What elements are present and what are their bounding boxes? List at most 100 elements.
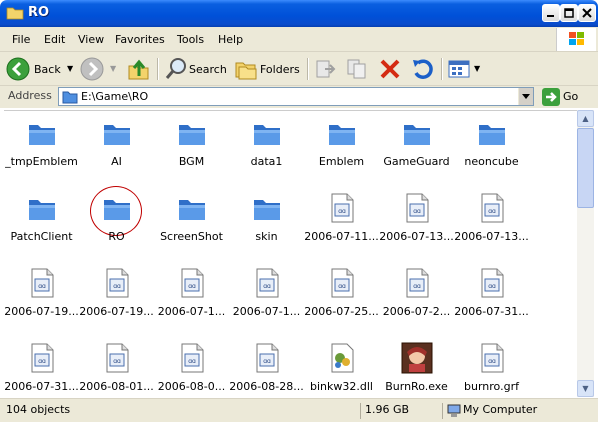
file-item[interactable]: ɑɑ 2006-07-19... — [4, 265, 79, 337]
file-item[interactable]: ɑɑ 2006-07-19... — [79, 265, 154, 337]
forward-button[interactable]: ▼ — [78, 54, 120, 84]
views-dropdown-icon[interactable]: ▼ — [474, 64, 480, 73]
delete-x-icon — [380, 59, 400, 79]
file-name: 2006-07-13... — [454, 230, 529, 243]
undo-icon — [413, 59, 433, 79]
status-location-label: My Computer — [463, 403, 538, 416]
file-item[interactable]: neoncube — [454, 115, 529, 187]
file-item[interactable]: RO — [79, 186, 154, 262]
back-dropdown-icon[interactable]: ▼ — [67, 64, 73, 73]
file-name: BurnRo.exe — [385, 380, 448, 393]
my-computer-icon — [447, 404, 461, 417]
folder-icon — [6, 7, 24, 20]
file-item[interactable]: ɑɑ 2006-08-0... — [154, 340, 229, 397]
file-name: 2006-08-28... — [229, 380, 304, 393]
forward-dropdown-icon[interactable]: ▼ — [110, 64, 116, 73]
file-list-view[interactable]: _tmpEmblem AI BGM data1 Emblem GameGuard neonc… — [4, 110, 577, 397]
toolbar: Back ▼ ▼ Search Folders ▼ — [0, 52, 598, 86]
file-item[interactable]: BurnRo.exe — [379, 340, 454, 397]
close-button[interactable] — [578, 4, 596, 22]
file-name: BGM — [178, 155, 205, 168]
menu-file[interactable]: File — [12, 33, 30, 46]
go-label: Go — [563, 90, 579, 103]
views-button[interactable]: ▼ — [447, 57, 483, 81]
file-item[interactable]: GameGuard — [379, 115, 454, 187]
file-item[interactable]: ɑɑ 2006-07-31... — [454, 265, 529, 337]
go-button[interactable]: Go — [540, 87, 590, 107]
folder-icon — [326, 117, 358, 149]
image-file-icon: ɑɑ — [176, 342, 208, 374]
file-name: 2006-07-1... — [157, 305, 226, 318]
menu-view[interactable]: View — [78, 33, 104, 46]
file-item[interactable]: ɑɑ 2006-07-1... — [229, 265, 304, 337]
file-item[interactable]: BGM — [154, 115, 229, 187]
image-file-icon: ɑɑ — [326, 267, 358, 299]
status-location: My Computer — [442, 403, 592, 419]
file-item[interactable]: PatchClient — [4, 190, 79, 262]
maximize-button[interactable] — [560, 4, 578, 22]
file-name: RO — [108, 230, 125, 243]
address-value: E:\Game\RO — [81, 90, 149, 103]
move-to-button[interactable] — [313, 57, 337, 81]
file-item[interactable]: data1 — [229, 115, 304, 187]
image-file-icon: ɑɑ — [101, 342, 133, 374]
file-name: neoncube — [464, 155, 519, 168]
file-item[interactable]: ɑɑ 2006-07-11... — [304, 190, 379, 262]
file-item[interactable]: ɑɑ 2006-08-01... — [79, 340, 154, 397]
menu-edit[interactable]: Edit — [44, 33, 65, 46]
address-input[interactable]: E:\Game\RO — [58, 87, 534, 106]
address-dropdown-button[interactable] — [518, 88, 533, 105]
file-item[interactable]: _tmpEmblem — [4, 115, 79, 187]
vertical-scrollbar[interactable]: ▲ ▼ — [577, 110, 594, 397]
menu-tools[interactable]: Tools — [177, 33, 204, 46]
image-file-icon: ɑɑ — [476, 342, 508, 374]
file-item[interactable]: ɑɑ burnro.grf — [454, 340, 529, 397]
folders-button[interactable]: Folders — [232, 54, 302, 84]
file-item[interactable]: ɑɑ 2006-07-1... — [154, 265, 229, 337]
back-label: Back — [34, 63, 61, 76]
file-name: PatchClient — [10, 230, 73, 243]
file-item[interactable]: ScreenShot — [154, 190, 229, 262]
file-item[interactable]: AI — [79, 115, 154, 187]
file-name: _tmpEmblem — [5, 155, 78, 168]
file-name: 2006-07-1... — [232, 305, 301, 318]
back-button[interactable]: Back ▼ — [4, 54, 74, 84]
file-item[interactable]: ɑɑ 2006-07-13... — [454, 190, 529, 262]
minimize-button[interactable] — [542, 4, 560, 22]
exe-file-icon — [401, 342, 433, 374]
scroll-thumb[interactable] — [577, 128, 594, 208]
svg-text:ɑɑ: ɑɑ — [38, 358, 46, 365]
svg-text:ɑɑ: ɑɑ — [488, 208, 496, 215]
move-to-icon — [316, 60, 336, 78]
undo-button[interactable] — [410, 57, 434, 81]
search-button[interactable]: Search — [162, 54, 230, 84]
file-item[interactable]: ɑɑ 2006-07-31... — [4, 340, 79, 397]
delete-button[interactable] — [378, 57, 402, 81]
file-item[interactable]: ɑɑ 2006-07-25... — [304, 265, 379, 337]
copy-to-icon — [347, 59, 366, 79]
svg-text:ɑɑ: ɑɑ — [413, 283, 421, 290]
file-item[interactable]: binkw32.dll — [304, 340, 379, 397]
folder-icon — [62, 91, 78, 104]
title-bar[interactable]: RO — [0, 0, 598, 27]
svg-text:ɑɑ: ɑɑ — [113, 283, 121, 290]
file-item[interactable]: ɑɑ 2006-08-28... — [229, 340, 304, 397]
scroll-down-button[interactable]: ▼ — [577, 380, 594, 397]
file-name: GameGuard — [383, 155, 450, 168]
up-button[interactable] — [124, 54, 154, 84]
dll-file-icon — [326, 342, 358, 374]
menu-favorites[interactable]: Favorites — [115, 33, 165, 46]
file-item[interactable]: skin — [229, 190, 304, 262]
folder-icon — [101, 117, 133, 149]
chevron-down-icon — [522, 93, 530, 99]
image-file-icon: ɑɑ — [401, 267, 433, 299]
maximize-icon — [564, 8, 574, 18]
file-item[interactable]: Emblem — [304, 115, 379, 187]
file-item[interactable]: ɑɑ 2006-07-2... — [379, 265, 454, 337]
menu-help[interactable]: Help — [218, 33, 243, 46]
folder-icon — [176, 117, 208, 149]
file-item[interactable]: ɑɑ 2006-07-13... — [379, 190, 454, 262]
windows-logo-icon — [556, 28, 596, 51]
copy-to-button[interactable] — [345, 57, 369, 81]
scroll-up-button[interactable]: ▲ — [577, 110, 594, 127]
